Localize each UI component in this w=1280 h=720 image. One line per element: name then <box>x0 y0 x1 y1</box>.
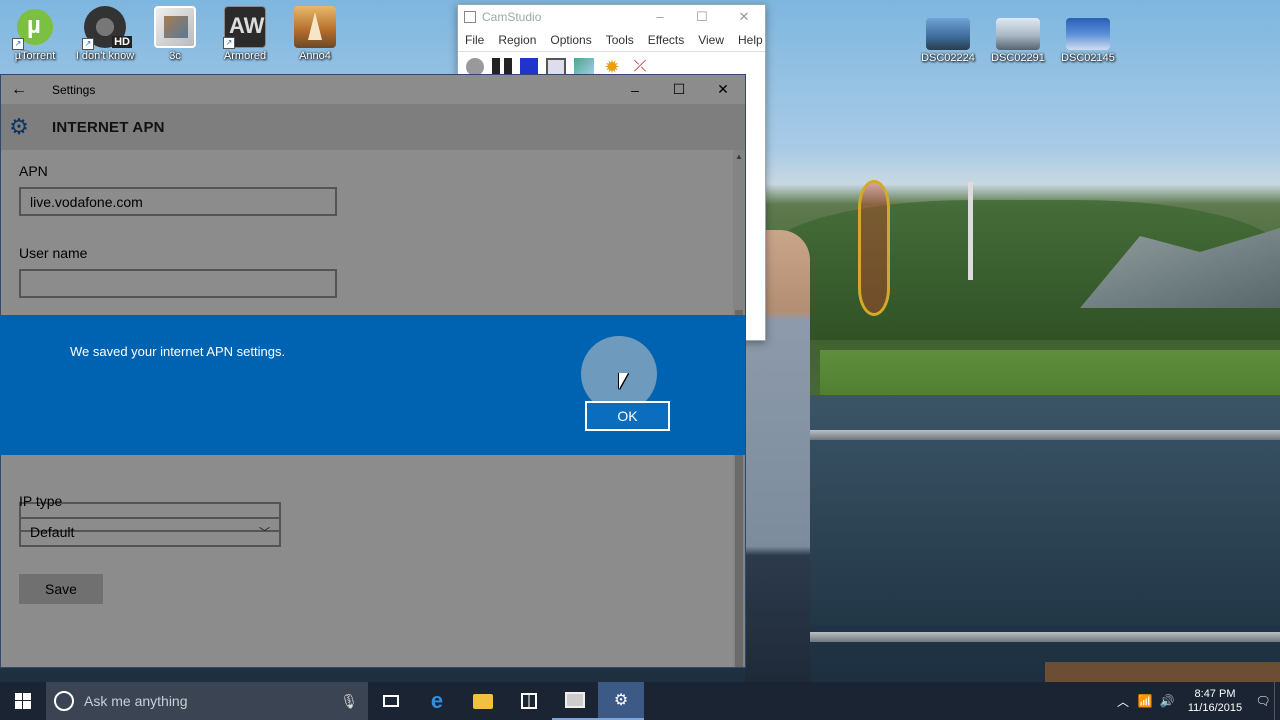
camstudio-close-button[interactable]: ✕ <box>723 9 765 25</box>
task-view-button[interactable] <box>368 682 414 720</box>
desktop-icon-label: µTorrent <box>14 50 56 62</box>
chevron-up-icon[interactable]: ︿ <box>1112 693 1134 710</box>
effects-icon[interactable]: ✹ <box>602 58 622 76</box>
taskbar-store[interactable] <box>506 682 552 720</box>
annotate-icon[interactable] <box>574 57 594 76</box>
camstudio-taskbar-icon <box>565 692 585 708</box>
camstudio-menu-view[interactable]: View <box>698 33 724 47</box>
desktop-icon-dsc02224[interactable]: DSC02224 <box>913 0 983 64</box>
wallpaper-railing <box>780 430 1280 440</box>
image-file-icon <box>154 6 196 48</box>
search-placeholder: Ask me anything <box>84 693 188 709</box>
clock[interactable]: 8:47 PM 11/16/2015 <box>1178 687 1252 715</box>
taskbar: Ask me anything 🎙 e ⚙ ︿ 📶 🔊 8:47 PM 11/1… <box>0 682 1280 720</box>
taskbar-settings[interactable]: ⚙ <box>598 682 644 720</box>
action-center-icon[interactable]: 🗨 <box>1252 694 1274 708</box>
volume-icon[interactable]: 🔊 <box>1156 694 1178 708</box>
taskbar-file-explorer[interactable] <box>460 682 506 720</box>
wallpaper-railing <box>780 632 1280 642</box>
clock-date: 11/16/2015 <box>1187 702 1243 714</box>
desktop-icon-label: 3c <box>169 50 181 62</box>
desktop-icon-armored[interactable]: AW ↗ Armored <box>210 0 280 62</box>
camstudio-menu-tools[interactable]: Tools <box>606 33 634 47</box>
dialog-message: We saved your internet APN settings. <box>70 344 286 359</box>
ok-button[interactable]: OK <box>585 401 670 431</box>
edge-icon: e <box>430 688 444 713</box>
desktop-icon-label: I don't know <box>75 50 135 62</box>
photo-thumbnail-icon <box>996 18 1040 50</box>
camstudio-title: CamStudio <box>482 10 542 24</box>
options-icon[interactable]: ⤫ <box>630 58 650 76</box>
camstudio-menu-effects[interactable]: Effects <box>648 33 684 47</box>
photo-thumbnail-icon <box>926 18 970 50</box>
wallpaper-ferris-wheel <box>858 180 890 316</box>
desktop-icon-video[interactable]: HD ↗ I don't know <box>70 0 140 62</box>
pause-icon[interactable] <box>492 57 512 76</box>
task-view-icon <box>383 695 399 707</box>
anno-game-icon <box>294 6 336 48</box>
show-desktop-button[interactable] <box>1274 682 1280 720</box>
clock-time: 8:47 PM <box>1194 688 1236 700</box>
gear-icon: ⚙ <box>613 692 629 709</box>
windows-logo-icon <box>15 693 31 709</box>
record-icon[interactable] <box>466 57 484 76</box>
camstudio-app-icon <box>464 11 476 23</box>
desktop-icon-3c[interactable]: 3c <box>140 0 210 62</box>
camstudio-menu-help[interactable]: Help <box>738 33 763 47</box>
store-bag-icon <box>521 693 537 709</box>
desktop-icon-label: DSC02224 <box>921 52 975 64</box>
desktop-icon-anno4[interactable]: Anno4 <box>280 0 350 62</box>
mouse-cursor-icon <box>619 373 628 389</box>
camstudio-menu-region[interactable]: Region <box>498 33 536 47</box>
desktop-icon-label: Anno4 <box>299 50 331 62</box>
microphone-icon[interactable]: 🎙 <box>340 693 358 710</box>
region-icon[interactable] <box>546 57 566 76</box>
wifi-icon[interactable]: 📶 <box>1134 694 1156 708</box>
camstudio-titlebar[interactable]: CamStudio – ☐ ✕ <box>458 5 765 29</box>
system-tray: ︿ 📶 🔊 8:47 PM 11/16/2015 🗨 <box>1112 682 1280 720</box>
desktop-icon-label: Armored <box>223 50 267 62</box>
photo-thumbnail-icon <box>1066 18 1110 50</box>
cortana-search-box[interactable]: Ask me anything 🎙 <box>46 682 368 720</box>
shortcut-arrow-icon: ↗ <box>12 38 24 50</box>
folder-icon <box>473 693 493 709</box>
camstudio-menubar: File Region Options Tools Effects View H… <box>458 29 765 51</box>
wallpaper-tower <box>968 182 973 280</box>
saved-confirmation-dialog: We saved your internet APN settings. OK <box>0 315 745 455</box>
armored-warfare-icon: AW ↗ <box>223 6 266 49</box>
taskbar-camstudio[interactable] <box>552 682 598 720</box>
camstudio-menu-file[interactable]: File <box>465 33 484 47</box>
desktop-icon-label: DSC02145 <box>1061 52 1115 64</box>
taskbar-edge[interactable]: e <box>414 682 460 720</box>
camstudio-maximize-button[interactable]: ☐ <box>681 9 723 25</box>
camstudio-menu-options[interactable]: Options <box>550 33 591 47</box>
wallpaper-deck <box>1045 662 1280 682</box>
utorrent-icon: µ ↗ <box>12 6 56 50</box>
shortcut-arrow-icon: ↗ <box>82 38 94 50</box>
start-button[interactable] <box>0 682 46 720</box>
camstudio-minimize-button[interactable]: – <box>639 9 681 25</box>
desktop-icon-dsc02145[interactable]: DSC02145 <box>1053 0 1123 64</box>
shortcut-arrow-icon: ↗ <box>223 37 235 49</box>
stop-icon[interactable] <box>520 57 538 76</box>
desktop-icon-dsc02291[interactable]: DSC02291 <box>983 0 1053 64</box>
cortana-icon <box>54 691 74 711</box>
desktop-icon-label: DSC02291 <box>991 52 1045 64</box>
video-hd-icon: HD ↗ <box>82 6 132 50</box>
desktop-icon-utorrent[interactable]: µ ↗ µTorrent <box>0 0 70 62</box>
